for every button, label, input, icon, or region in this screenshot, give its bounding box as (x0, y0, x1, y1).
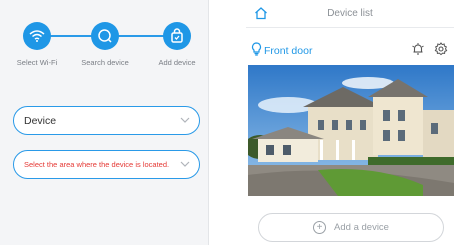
alarm-bell-icon[interactable] (411, 42, 425, 56)
area-select-hint: Select the area where the device is loca… (24, 160, 170, 169)
step-label: Search device (81, 58, 129, 67)
search-device-icon (98, 29, 112, 43)
step-connector (118, 35, 164, 37)
add-device-button[interactable]: + Add a device (258, 213, 444, 242)
chevron-down-icon (180, 161, 190, 167)
chevron-down-icon (180, 117, 190, 123)
device-name[interactable]: Front door (264, 45, 312, 57)
device-select-value: Device (24, 114, 57, 127)
device-header: Front door (246, 40, 454, 60)
setup-panel: Select Wi-Fi Search device Add device De… (0, 0, 209, 245)
step-label: Add device (158, 58, 196, 67)
gear-icon[interactable] (434, 42, 448, 56)
plus-circle-icon: + (313, 221, 327, 234)
add-device-label: Add a device (334, 222, 389, 233)
setup-screen: Select Wi-Fi Search device Add device De… (0, 0, 212, 245)
area-select[interactable]: Select the area where the device is loca… (13, 150, 200, 179)
step-add-device[interactable] (163, 22, 191, 50)
wifi-icon (29, 30, 45, 42)
step-select-wifi[interactable] (23, 22, 51, 50)
bulb-icon (251, 42, 262, 56)
top-bar: Device list (246, 0, 454, 28)
device-select[interactable]: Device (13, 106, 200, 135)
step-label: Select Wi-Fi (16, 58, 58, 67)
add-device-icon (171, 28, 183, 43)
camera-preview[interactable] (248, 65, 454, 196)
step-search-device[interactable] (91, 22, 119, 50)
page-title: Device list (327, 8, 373, 19)
villa-photo (248, 65, 454, 196)
device-list-screen: Device list Front door + Add a device (246, 0, 454, 245)
